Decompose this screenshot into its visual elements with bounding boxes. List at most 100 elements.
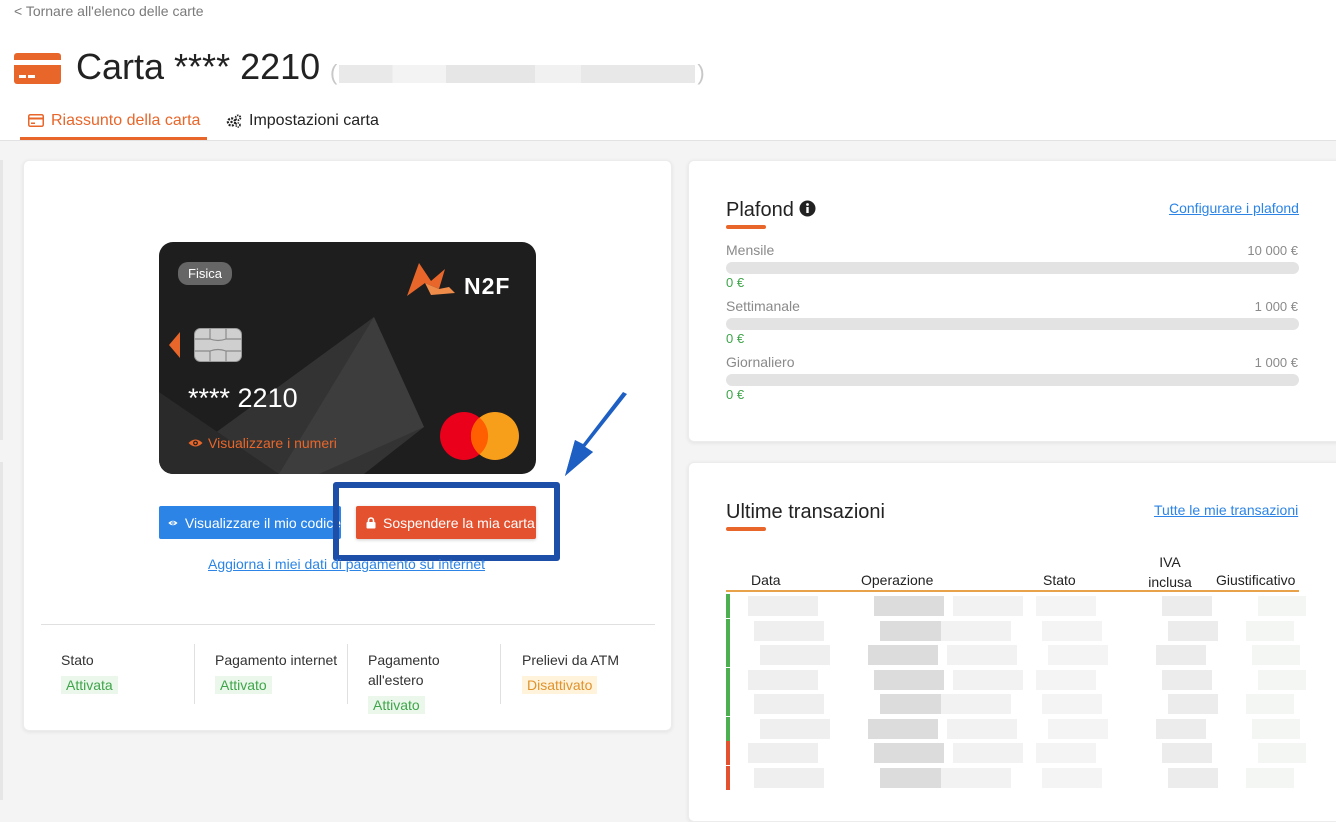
page-header: < Tornare all'elenco delle carte Carta *…	[0, 0, 1336, 141]
status-item-state: Stato Attivata	[61, 650, 181, 694]
view-pin-code-button[interactable]: Visualizzare il mio codice	[159, 506, 341, 539]
status-badge: Attivato	[215, 676, 272, 694]
redacted-cell	[748, 743, 818, 763]
back-to-cards-link[interactable]: < Tornare all'elenco delle carte	[14, 3, 204, 19]
card-type-badge: Fisica	[178, 262, 232, 285]
status-item-foreign-payment: Pagamento all'estero Attivato	[368, 650, 460, 714]
redacted-cell	[1042, 620, 1102, 641]
status-item-internet-payment: Pagamento internet Attivato	[215, 650, 345, 694]
redacted-cell	[1168, 620, 1218, 641]
redacted-cell	[1162, 743, 1212, 763]
redacted-cell	[880, 694, 950, 714]
status-badge: Attivata	[61, 676, 118, 694]
redacted-cell	[953, 669, 1023, 690]
redacted-cell	[953, 596, 1023, 616]
card-icon	[28, 114, 44, 127]
eye-icon	[188, 439, 203, 447]
table-row[interactable]	[726, 594, 1306, 618]
redacted-cell	[754, 767, 824, 788]
redacted-cell	[947, 645, 1017, 665]
redacted-cell	[874, 743, 944, 763]
table-row[interactable]	[726, 618, 1299, 643]
column-header-date[interactable]: Data	[751, 572, 781, 588]
redacted-cell	[1162, 596, 1212, 616]
table-row[interactable]	[726, 692, 1299, 716]
column-header-vat[interactable]: IVA inclusa	[1146, 552, 1194, 592]
redacted-cell	[1036, 743, 1096, 763]
row-status-indicator	[726, 618, 730, 643]
limit-max-weekly: 1 000 €	[1254, 299, 1298, 314]
status-label: Pagamento internet	[215, 652, 338, 668]
status-badge: Disattivato	[522, 676, 598, 694]
card-visual: Fisica N2F **** 2210 Visualizzare i nume…	[159, 242, 536, 474]
limit-max-monthly: 10 000 €	[1247, 243, 1298, 258]
card-brand-logo: N2F	[464, 273, 511, 299]
tab-label: Impostazioni carta	[249, 112, 379, 129]
table-header-divider	[726, 590, 1299, 592]
table-row[interactable]	[726, 667, 1306, 692]
redacted-cell	[874, 596, 944, 616]
redacted-cell	[1048, 645, 1108, 665]
redacted-cell	[1168, 694, 1218, 714]
card-icon	[14, 53, 61, 84]
view-numbers-link[interactable]: Visualizzare i numeri	[188, 435, 337, 451]
divider	[41, 624, 655, 625]
limit-used-weekly: 0 €	[726, 331, 745, 346]
redacted-cell	[1048, 718, 1108, 739]
divider	[194, 644, 195, 704]
row-status-indicator	[726, 765, 730, 790]
tab-card-summary[interactable]: Riassunto della carta	[20, 112, 207, 140]
column-header-receipt[interactable]: Giustificativo	[1216, 572, 1295, 588]
table-row[interactable]	[726, 716, 1300, 741]
redacted-cell	[1168, 767, 1218, 788]
collapsed-side-panel	[0, 462, 3, 800]
eye-icon	[168, 520, 178, 525]
redacted-cell	[947, 718, 1017, 739]
highlight-annotation-box	[333, 482, 560, 561]
redacted-cell	[748, 669, 818, 690]
configure-plafond-link[interactable]: Configurare i plafond	[1169, 200, 1299, 216]
redacted-cell	[754, 620, 824, 641]
redacted-cell	[1156, 645, 1206, 665]
redacted-cell	[1042, 767, 1102, 788]
redacted-text	[339, 65, 696, 84]
masked-card-holder: ()	[330, 60, 705, 85]
status-label: Stato	[61, 652, 94, 668]
redacted-cell	[760, 645, 830, 665]
update-payment-details-link[interactable]: Aggiorna i miei dati di pagamento su int…	[208, 556, 485, 572]
row-status-indicator	[726, 667, 730, 692]
column-header-status[interactable]: Stato	[1043, 572, 1076, 588]
limit-progress-bar	[726, 318, 1299, 330]
redacted-cell	[1246, 767, 1294, 788]
all-transactions-link[interactable]: Tutte le mie transazioni	[1154, 502, 1298, 518]
view-pin-code-label: Visualizzare il mio codice	[184, 514, 341, 531]
masked-card-number: **** 2210	[188, 383, 298, 413]
status-label: Prelievi da ATM	[522, 652, 619, 668]
page-title: Carta **** 2210	[76, 46, 321, 87]
table-row[interactable]	[726, 765, 1299, 790]
row-status-indicator	[726, 692, 730, 716]
transactions-title: Ultime transazioni	[726, 501, 885, 523]
redacted-cell	[1162, 669, 1212, 690]
tab-card-settings[interactable]: Impostazioni carta	[226, 112, 379, 140]
info-icon[interactable]	[799, 200, 816, 217]
orange-marker-icon	[169, 332, 180, 358]
redacted-cell	[941, 767, 1011, 788]
column-header-operation[interactable]: Operazione	[861, 572, 933, 588]
redacted-cell	[1252, 645, 1300, 665]
redacted-cell	[1258, 596, 1306, 616]
row-status-indicator	[726, 643, 730, 667]
plafond-title: Plafond	[726, 199, 794, 221]
tab-label: Riassunto della carta	[51, 112, 201, 129]
redacted-cell	[1246, 620, 1294, 641]
redacted-cell	[953, 743, 1023, 763]
limit-progress-bar	[726, 374, 1299, 386]
limit-label-weekly: Settimanale	[726, 298, 800, 314]
status-item-atm-withdrawals: Prelievi da ATM Disattivato	[522, 650, 652, 694]
collapsed-side-panel	[0, 160, 3, 440]
redacted-cell	[868, 645, 938, 665]
limit-label-daily: Giornaliero	[726, 354, 795, 370]
table-row[interactable]	[726, 643, 1300, 667]
table-row[interactable]	[726, 741, 1306, 765]
redacted-cell	[760, 718, 830, 739]
